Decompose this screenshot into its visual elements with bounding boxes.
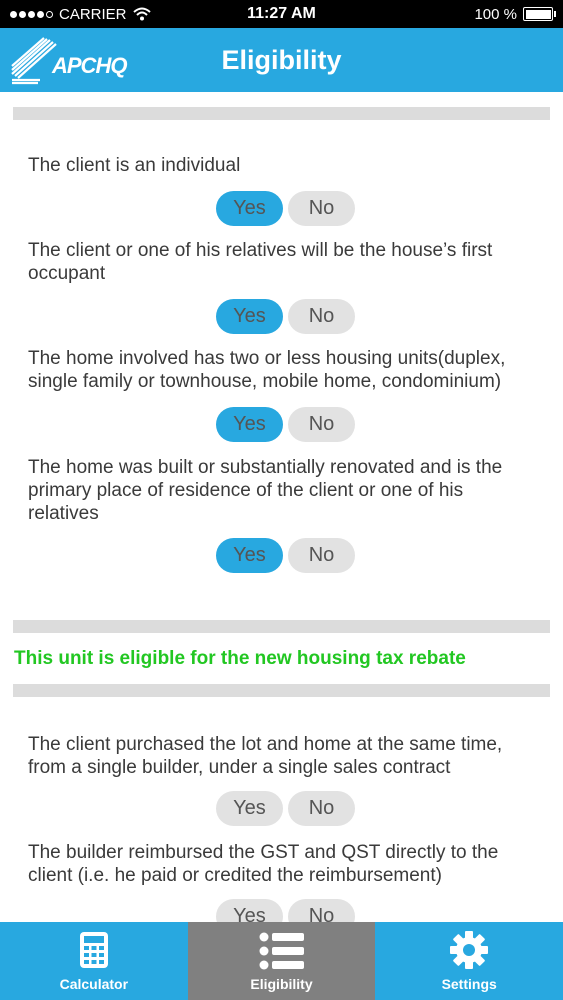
tab-calculator-label: Calculator — [59, 976, 129, 992]
yes-button[interactable]: Yes — [216, 899, 283, 922]
yes-button[interactable]: Yes — [216, 407, 283, 442]
logo-text: APCHQ — [52, 53, 127, 78]
battery-icon — [523, 7, 556, 21]
battery-label: 100 % — [474, 5, 517, 23]
toggle-builder-reimbursed: Yes No — [216, 899, 355, 922]
tab-bar: Calculator Eligibility Settings — [0, 922, 563, 1000]
toggle-single-contract: Yes No — [216, 791, 355, 826]
carrier-label: CARRIER — [59, 5, 127, 23]
toggle-primary-residence: Yes No — [216, 538, 355, 573]
question-housing-units: The home involved has two or less housin… — [28, 348, 506, 392]
no-button[interactable]: No — [288, 791, 355, 826]
question-primary-residence: The home was built or substantially reno… — [28, 457, 503, 524]
toggle-first-occupant: Yes No — [216, 299, 355, 334]
yes-button[interactable]: Yes — [216, 538, 283, 573]
question-builder-reimbursed: The builder reimbursed the GST and QST d… — [28, 842, 499, 886]
calculator-icon — [79, 932, 108, 968]
status-left: CARRIER — [10, 6, 151, 23]
tab-eligibility[interactable]: Eligibility — [187, 922, 376, 1000]
wifi-icon — [132, 7, 151, 21]
toggle-housing-units: Yes No — [216, 407, 355, 442]
separator — [13, 684, 550, 697]
page-title: Eligibility — [221, 44, 342, 75]
separator — [13, 620, 550, 633]
eligibility-content[interactable]: The client is an individual Yes No The c… — [0, 92, 563, 922]
separator — [13, 107, 550, 120]
tab-settings-label: Settings — [441, 976, 497, 992]
header: APCHQ Eligibility — [0, 28, 563, 92]
tab-calculator[interactable]: Calculator — [0, 922, 188, 1000]
question-individual: The client is an individual — [28, 155, 241, 176]
no-button[interactable]: No — [288, 299, 355, 334]
yes-button[interactable]: Yes — [216, 299, 283, 334]
status-right: 100 % — [474, 5, 556, 23]
yes-button[interactable]: Yes — [216, 791, 283, 826]
toggle-individual: Yes No — [216, 191, 355, 226]
signal-icon — [10, 10, 53, 18]
list-icon — [259, 932, 304, 970]
no-button[interactable]: No — [288, 407, 355, 442]
tab-eligibility-label: Eligibility — [250, 976, 313, 992]
no-button[interactable]: No — [288, 538, 355, 573]
no-button[interactable]: No — [288, 191, 355, 226]
no-button[interactable]: No — [288, 899, 355, 922]
yes-button[interactable]: Yes — [216, 191, 283, 226]
question-single-contract: The client purchased the lot and home at… — [28, 734, 503, 778]
eligibility-result: This unit is eligible for the new housin… — [14, 648, 466, 669]
status-bar: CARRIER 11:27 AM 100 % — [0, 0, 563, 28]
gear-icon — [450, 931, 489, 969]
apchq-logo: APCHQ — [10, 36, 135, 86]
tab-settings[interactable]: Settings — [375, 922, 563, 1000]
question-first-occupant: The client or one of his relatives will … — [28, 240, 493, 284]
